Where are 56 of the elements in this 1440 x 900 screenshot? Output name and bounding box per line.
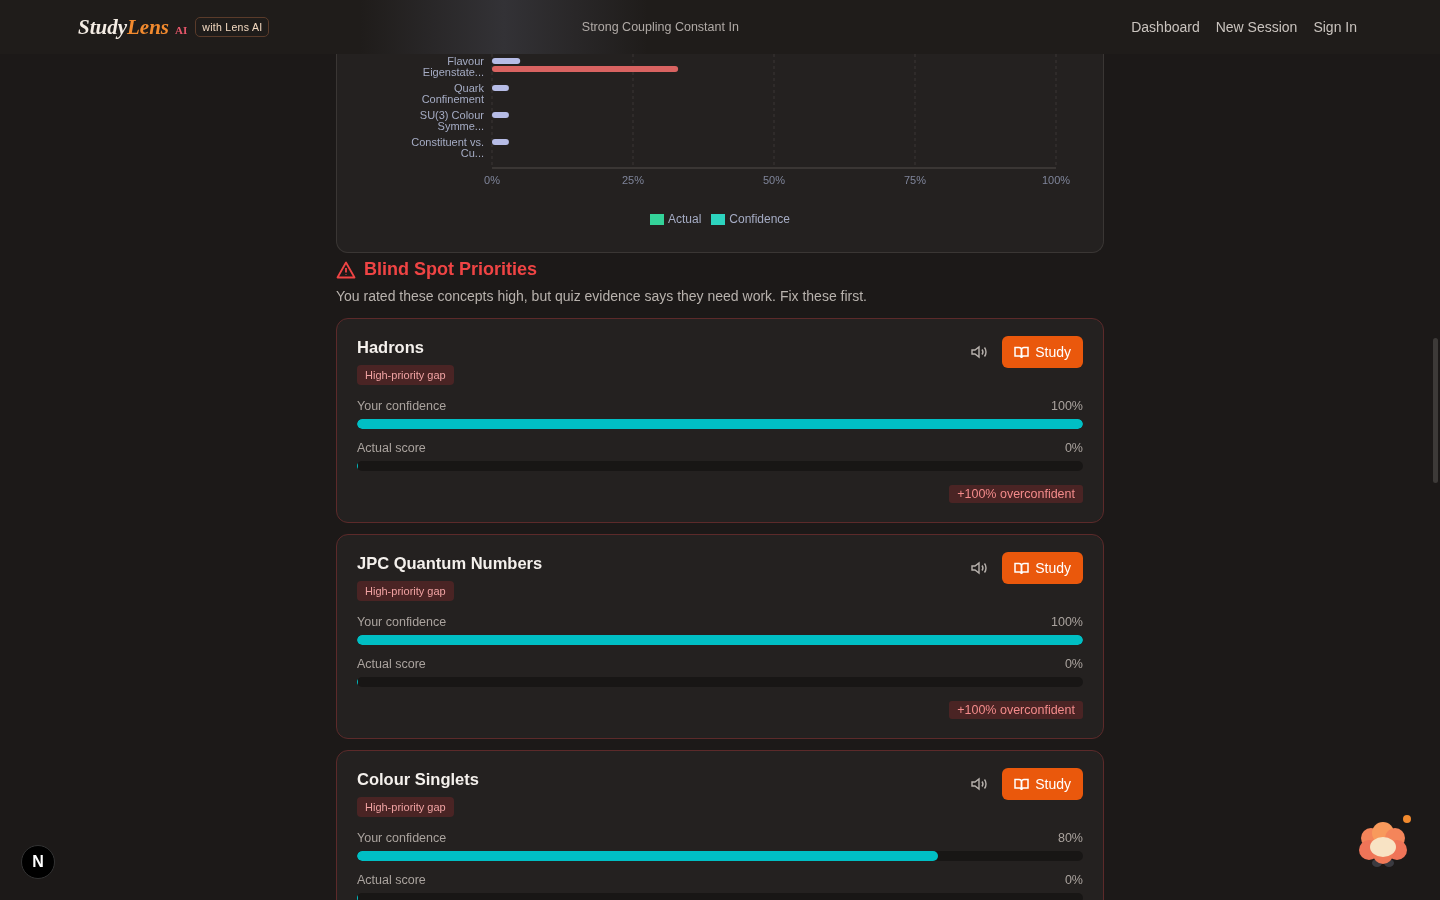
section-subtitle: You rated these concepts high, but quiz evidence says they need work. Fix these first.	[336, 288, 868, 304]
bar	[492, 112, 509, 118]
scrollbar-thumb[interactable]	[1433, 338, 1438, 483]
metric-value: 100%	[1051, 399, 1083, 413]
metric-label: Actual score	[357, 441, 426, 455]
metric-label: Your confidence	[357, 615, 447, 629]
bar	[492, 139, 509, 145]
warning-icon	[336, 260, 356, 279]
speaker-icon[interactable]	[971, 345, 989, 359]
metric-label: Your confidence	[357, 831, 447, 845]
overconfidence-tag: +100% overconfident	[949, 485, 1083, 503]
axis-tick-label: 75%	[904, 174, 926, 186]
book-icon	[1014, 561, 1030, 575]
category-label: Constituent vs. Cu...	[411, 136, 484, 159]
category-label: Quark Confinement	[421, 82, 484, 105]
badge: with Lens AI	[195, 17, 270, 37]
logo[interactable]: StudyLens AI	[78, 14, 188, 40]
metric-label: Actual score	[357, 873, 426, 887]
page-title: Strong Coupling Constant In	[580, 20, 740, 34]
axis-tick-label: 100%	[1041, 174, 1071, 186]
study-button[interactable]: Study	[1002, 552, 1083, 584]
priority-tag: High-priority gap	[357, 797, 454, 817]
priority-tag: High-priority gap	[357, 365, 454, 385]
assistant-icon[interactable]	[1357, 822, 1409, 870]
book-icon	[1014, 777, 1030, 791]
metric-label: Your confidence	[357, 399, 447, 413]
speaker-icon[interactable]	[971, 561, 989, 575]
priority-tag: High-priority gap	[357, 581, 454, 601]
book-icon	[1014, 345, 1030, 359]
metric-value: 100%	[1051, 615, 1083, 629]
overconfidence-tag: +100% overconfident	[949, 701, 1083, 719]
category-label: SU(3) Colour Symme...	[419, 109, 484, 132]
bar	[492, 85, 509, 91]
nav-link[interactable]: Sign In	[1313, 19, 1357, 35]
bar	[492, 58, 521, 64]
legend-label: Confidence	[729, 212, 791, 226]
nav-link[interactable]: Dashboard	[1131, 19, 1200, 35]
concept-name: JPC Quantum Numbers	[357, 554, 543, 573]
concept-name: Colour Singlets	[357, 770, 479, 789]
metric-value: 80%	[1057, 831, 1083, 845]
metric-label: Actual score	[357, 657, 426, 671]
legend-label: Actual	[667, 212, 702, 226]
axis-tick-label: 0%	[484, 174, 500, 186]
study-button[interactable]: Study	[1002, 768, 1083, 800]
metric-value: 0%	[1064, 441, 1083, 455]
metric-value: 0%	[1064, 657, 1083, 671]
speaker-icon[interactable]	[971, 777, 989, 791]
study-button[interactable]: Study	[1002, 336, 1083, 368]
category-label: Flavour Eigenstate...	[422, 55, 484, 78]
axis-tick-label: 25%	[622, 174, 644, 186]
dev-tools-button[interactable]: N	[21, 845, 55, 879]
concept-name: Hadrons	[357, 338, 425, 357]
section-title: Blind Spot Priorities	[364, 259, 537, 280]
metric-value: 0%	[1064, 873, 1083, 887]
axis-tick-label: 50%	[763, 174, 785, 186]
nav-link[interactable]: New Session	[1215, 19, 1298, 35]
